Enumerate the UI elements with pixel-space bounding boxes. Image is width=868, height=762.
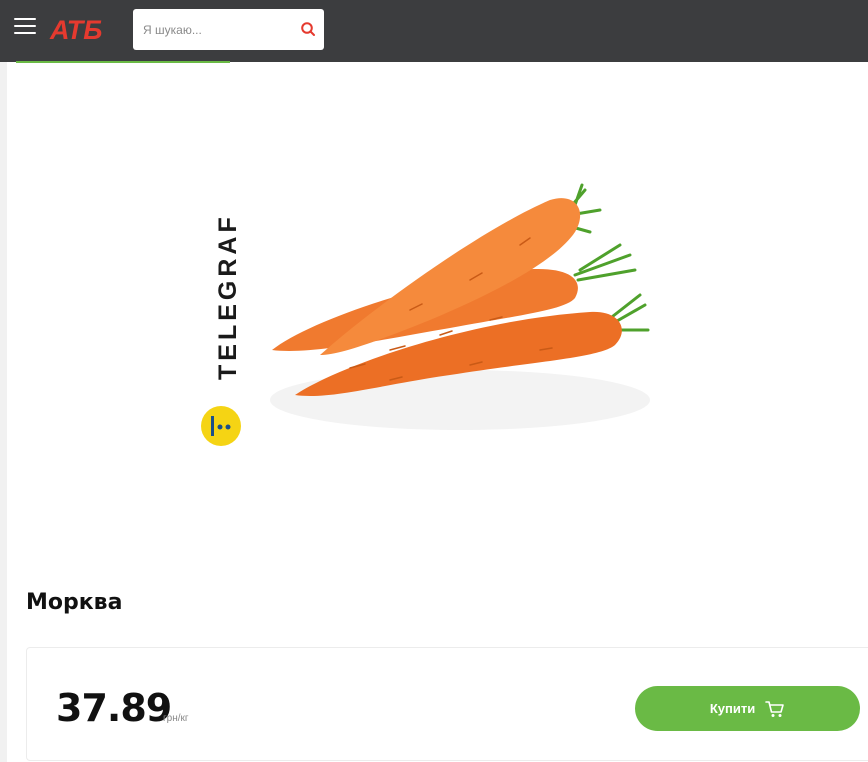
carrots [272, 198, 622, 396]
price-unit: грн/кг [163, 713, 189, 724]
top-header: АТБ [0, 0, 868, 62]
accent-underline [16, 61, 230, 63]
svg-text:TELEGRAF: TELEGRAF [214, 213, 242, 380]
svg-text:АТБ: АТБ [49, 15, 102, 44]
shopping-cart-icon [765, 700, 784, 717]
buy-button[interactable]: Купити [635, 686, 860, 731]
product-price: 37.89 [56, 686, 172, 730]
search-box [133, 9, 324, 50]
telegraf-watermark: TELEGRAF [201, 213, 242, 446]
atb-logo[interactable]: АТБ [48, 14, 118, 44]
search-input[interactable] [133, 9, 293, 50]
buy-button-label: Купити [709, 701, 756, 716]
product-image: TELEGRAF [201, 183, 650, 446]
product-title: Морква [26, 590, 123, 615]
search-icon[interactable] [300, 21, 316, 37]
left-sidebar-strip [0, 62, 7, 762]
hamburger-menu-icon[interactable] [14, 18, 36, 40]
